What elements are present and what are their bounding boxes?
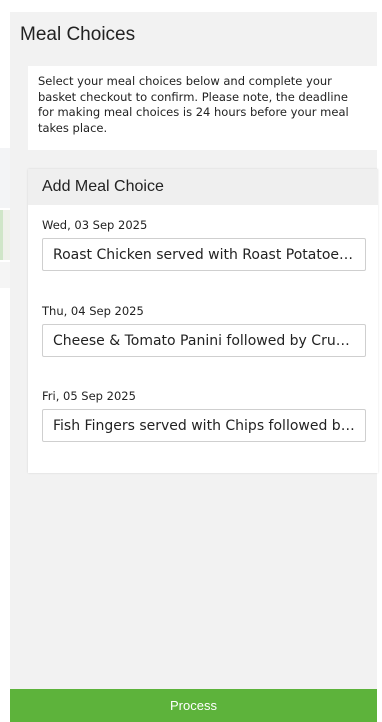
meal-choice-value: Roast Chicken served with Roast Potatoes…	[53, 246, 355, 263]
meal-date: Thu, 04 Sep 2025	[42, 304, 144, 318]
intro-text: Select your meal choices below and compl…	[28, 66, 377, 150]
card-header: Add Meal Choice	[28, 169, 378, 205]
meal-choices-panel: Meal Choices Select your meal choices be…	[10, 12, 378, 706]
meal-choice-group: Fri, 05 Sep 2025 Fish Fingers served wit…	[42, 389, 366, 442]
add-meal-choice-card: Add Meal Choice Wed, 03 Sep 2025 Roast C…	[28, 169, 378, 473]
meal-date: Fri, 05 Sep 2025	[42, 389, 136, 403]
meal-choice-select[interactable]: Fish Fingers served with Chips followed …	[42, 409, 366, 442]
meal-date: Wed, 03 Sep 2025	[42, 218, 148, 232]
meal-choice-group: Wed, 03 Sep 2025 Roast Chicken served wi…	[42, 218, 366, 271]
background-page-strip	[0, 148, 10, 208]
process-button[interactable]: Process	[10, 689, 377, 722]
background-page-strip	[0, 262, 10, 288]
meal-choice-group: Thu, 04 Sep 2025 Cheese & Tomato Panini …	[42, 304, 366, 357]
meal-choice-select[interactable]: Cheese & Tomato Panini followed by Crunc…	[42, 324, 366, 357]
panel-title: Meal Choices	[20, 24, 136, 45]
meal-choice-value: Cheese & Tomato Panini followed by Crunc…	[53, 332, 355, 349]
meal-choice-select[interactable]: Roast Chicken served with Roast Potatoes…	[42, 238, 366, 271]
meal-choice-value: Fish Fingers served with Chips followed …	[53, 417, 355, 434]
